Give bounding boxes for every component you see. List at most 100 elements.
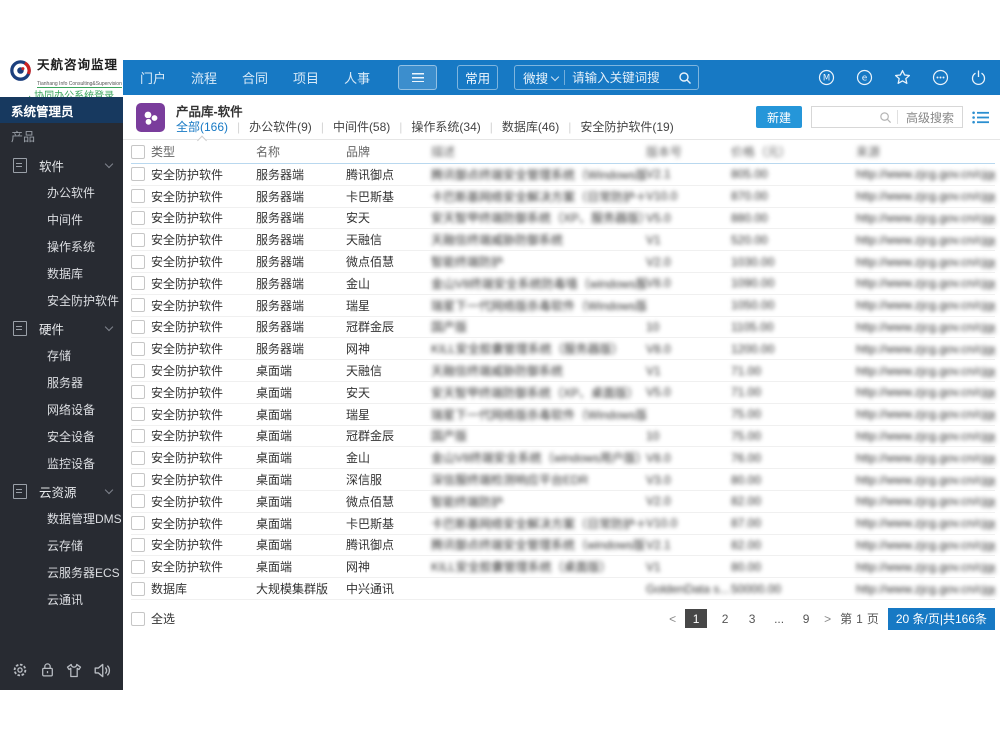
row-checkbox[interactable] (131, 254, 145, 269)
sidebar-item[interactable]: 监控设备 (0, 450, 123, 477)
category-tab[interactable]: 办公软件(9) (249, 118, 312, 135)
sidebar-group[interactable]: 软件 (0, 151, 123, 179)
more-icon[interactable] (932, 69, 949, 86)
sidebar-item[interactable]: 云存储 (0, 532, 123, 559)
sidebar-item[interactable]: 服务器 (0, 369, 123, 396)
sidebar-item[interactable]: 云服务器ECS (0, 559, 123, 586)
page-button[interactable]: 9 (797, 609, 815, 628)
sidebar-item[interactable]: 云通讯 (0, 586, 123, 613)
row-checkbox[interactable] (131, 559, 145, 574)
row-checkbox[interactable] (131, 276, 145, 291)
category-tab[interactable]: 操作系统(34) (411, 118, 480, 135)
topbar-menu-item[interactable]: 门户 (140, 68, 166, 87)
search-input[interactable] (565, 70, 679, 85)
table-row[interactable]: 安全防护软件 桌面端 冠群金辰 国产版 10 75.00 http://www.zjcg.g… (131, 426, 995, 448)
table-row[interactable]: 安全防护软件 桌面端 网神 KILL安全胶囊管理系统（桌面版） V1 80.00 http:… (131, 556, 995, 579)
sidebar-item[interactable]: 网络设备 (0, 396, 123, 423)
select-all-checkbox[interactable] (131, 144, 145, 159)
row-checkbox[interactable] (131, 298, 145, 313)
e-badge-icon[interactable]: e (856, 69, 873, 86)
row-checkbox[interactable] (131, 189, 145, 204)
table-row[interactable]: 安全防护软件 服务器端 卡巴斯基 卡巴斯基网络安全解决方案（日常防护＋应急）V10.0… (131, 186, 995, 208)
power-icon[interactable] (970, 69, 987, 86)
sidebar-item[interactable]: 中间件 (0, 206, 123, 233)
topbar-menu-item[interactable]: 人事 (344, 68, 370, 87)
next-page-button[interactable]: > (824, 612, 831, 626)
table-row[interactable]: 安全防护软件 服务器端 微点佰慧 智能终端防护 V2.0 1030.00 http://ww… (131, 251, 995, 273)
table-row[interactable]: 安全防护软件 服务器端 腾讯御点 腾讯御点终端安全管理系统（Windows版） V2.1… (131, 164, 995, 186)
table-row[interactable]: 安全防护软件 桌面端 微点佰慧 智能终端防护 V2.0 82.00 http://www.z… (131, 491, 995, 513)
sidebar-group[interactable]: 云资源 (0, 477, 123, 505)
table-row[interactable]: 安全防护软件 服务器端 网神 KILL安全胶囊管理系统（服务器版） V8.0 1200.0… (131, 338, 995, 361)
table-row[interactable]: 安全防护软件 服务器端 安天 安天智甲终端防御系统（XP、服务器版） V5.0 880.0… (131, 208, 995, 230)
page-jump-value[interactable]: 1 (856, 612, 863, 626)
category-tab[interactable]: 全部(166) (176, 118, 228, 135)
row-checkbox[interactable] (131, 319, 145, 334)
table-row[interactable]: 安全防护软件 服务器端 瑞星 瑞星下一代网络版杀毒软件（Windows版） 1050.0… (131, 295, 995, 317)
row-checkbox[interactable] (131, 407, 145, 422)
table-row[interactable]: 安全防护软件 服务器端 冠群金辰 国产版 10 1105.00 http://www.zjc… (131, 317, 995, 339)
volume-icon[interactable] (94, 663, 111, 678)
row-checkbox[interactable] (131, 341, 145, 356)
table-row[interactable]: 安全防护软件 服务器端 金山 金山V8终端安全系统防毒墙（windows服务器版）V8… (131, 273, 995, 295)
row-checkbox[interactable] (131, 428, 145, 443)
row-checkbox[interactable] (131, 232, 145, 247)
row-checkbox[interactable] (131, 581, 145, 596)
table-row[interactable]: 安全防护软件 桌面端 卡巴斯基 卡巴斯基网络安全解决方案（日常防护＋KS）V10.0 8… (131, 513, 995, 535)
select-all-checkbox[interactable] (131, 611, 145, 626)
advanced-search-label[interactable]: 高级搜索 (898, 109, 962, 126)
sidebar-item[interactable]: 存储 (0, 342, 123, 369)
table-row[interactable]: 安全防护软件 服务器端 天融信 天融信终端威胁防御系统 V1 520.00 http://w… (131, 229, 995, 252)
table-row[interactable]: 安全防护软件 桌面端 金山 金山V8终端安全系统（windows用户版） V8.0 76.… (131, 447, 995, 470)
row-checkbox[interactable] (131, 167, 145, 182)
row-checkbox[interactable] (131, 472, 145, 487)
sidebar-item[interactable]: 安全防护软件 (0, 287, 123, 314)
new-button[interactable]: 新建 (756, 106, 802, 128)
theme-shirt-icon[interactable] (66, 663, 82, 678)
category-tab[interactable]: 安全防护软件(19) (580, 118, 673, 135)
row-checkbox[interactable] (131, 494, 145, 509)
sidebar-item[interactable]: 数据库 (0, 260, 123, 287)
table-row[interactable]: 安全防护软件 桌面端 安天 安天智甲终端防御系统（XP、桌面版） V5.0 71.00 ht… (131, 382, 995, 404)
prev-page-button[interactable]: < (669, 612, 676, 626)
table-row[interactable]: 数据库 大规模集群版 中兴通讯 GoldenData s... 50000.00 http… (131, 578, 995, 600)
table-row[interactable]: 安全防护软件 桌面端 深信服 深信服终端检测响应平台EDR V3.0 80.00 http:… (131, 469, 995, 491)
m-badge-icon[interactable]: M (818, 69, 835, 86)
row-checkbox[interactable] (131, 363, 145, 378)
category-tab[interactable]: 中间件(58) (333, 118, 390, 135)
lock-icon[interactable] (40, 662, 55, 678)
search-icon[interactable] (678, 71, 692, 85)
cell-source-link: http://www.zjcg.gov.cn/cjgg/ (856, 232, 995, 247)
category-tab[interactable]: 数据库(46) (502, 118, 559, 135)
topbar-menu-item[interactable]: 项目 (293, 68, 319, 87)
page-button[interactable]: 2 (716, 609, 734, 628)
sidebar-section-product[interactable]: 产品 (0, 123, 123, 149)
row-checkbox[interactable] (131, 210, 145, 225)
table-row[interactable]: 安全防护软件 桌面端 腾讯御点 腾讯御点终端安全管理系统（windows版） V2.1 8… (131, 535, 995, 557)
list-view-icon[interactable] (972, 111, 989, 124)
topbar-menu-item[interactable]: 流程 (191, 68, 217, 87)
row-checkbox[interactable] (131, 385, 145, 400)
table-row[interactable]: 安全防护软件 桌面端 瑞星 瑞星下一代网络版杀毒软件（Windows版） 75.00 ht… (131, 404, 995, 426)
row-checkbox[interactable] (131, 537, 145, 552)
current-page-button[interactable]: 1 (685, 609, 708, 629)
apps-menu-button[interactable] (398, 65, 438, 90)
sidebar-group[interactable]: 硬件 (0, 314, 123, 342)
gear-icon[interactable] (12, 662, 28, 678)
page-button[interactable]: 3 (743, 609, 761, 628)
search-scope-dropdown[interactable]: 微搜 (515, 68, 552, 87)
sidebar-item[interactable]: 办公软件 (0, 179, 123, 206)
star-icon[interactable] (894, 69, 911, 86)
topbar-menu-item[interactable]: 合同 (242, 68, 268, 87)
row-checkbox[interactable] (131, 516, 145, 531)
advanced-search-box[interactable]: 高级搜索 (811, 106, 963, 128)
sidebar-item[interactable]: 操作系统 (0, 233, 123, 260)
page-button[interactable]: ... (770, 609, 788, 628)
row-checkbox[interactable] (131, 450, 145, 465)
sidebar-item[interactable]: 数据管理DMS (0, 505, 123, 532)
table-row[interactable]: 安全防护软件 桌面端 天融信 天融信终端威胁防御系统 V1 71.00 http://www… (131, 360, 995, 382)
cell-version: V1 (646, 232, 661, 247)
select-all[interactable]: 全选 (131, 610, 175, 627)
sidebar-item[interactable]: 安全设备 (0, 423, 123, 450)
pinned-tab-changyong[interactable]: 常用 (457, 65, 499, 90)
